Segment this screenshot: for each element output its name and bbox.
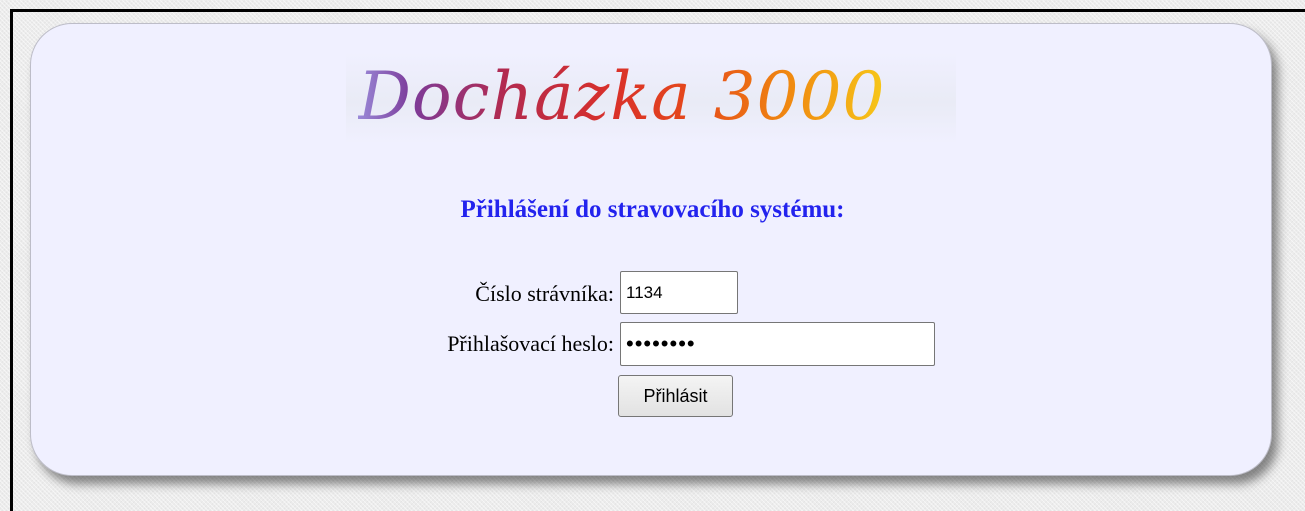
- login-heading: Přihlášení do stravovacího systému:: [460, 196, 845, 223]
- password-input[interactable]: [620, 322, 935, 366]
- logo-text: Docházka 3000: [358, 52, 886, 142]
- login-button[interactable]: Přihlásit: [618, 375, 733, 417]
- password-label: Přihlašovací heslo:: [447, 331, 614, 356]
- app-logo: Docházka 3000: [346, 52, 956, 144]
- diner-number-label: Číslo strávníka:: [475, 281, 614, 306]
- diner-number-input[interactable]: [620, 271, 738, 314]
